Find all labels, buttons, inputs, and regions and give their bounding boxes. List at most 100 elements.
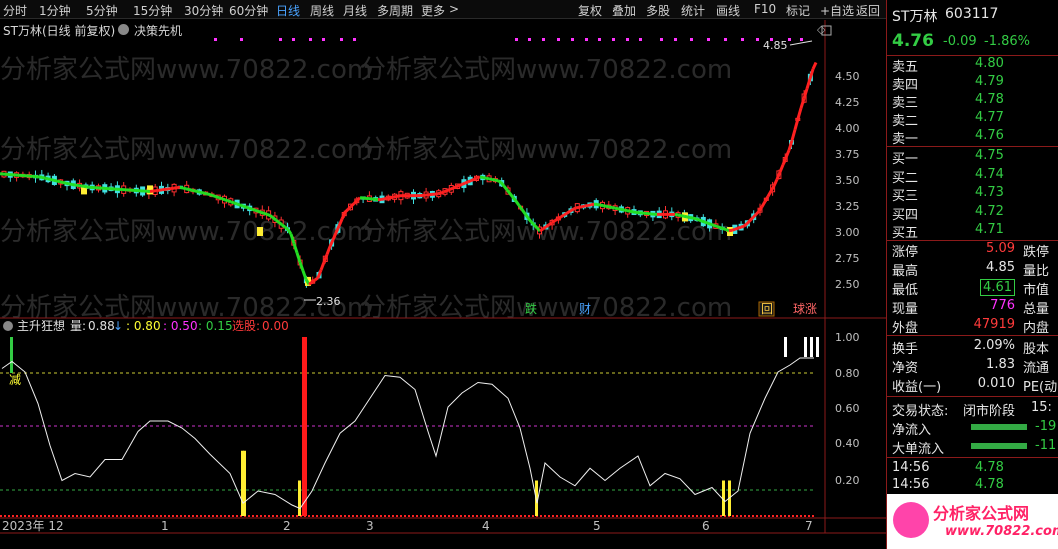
more-chevron-icon[interactable]: >	[449, 2, 459, 16]
ask-price: 4.79	[975, 74, 1004, 89]
fuquan-button[interactable]: 复权	[578, 2, 602, 19]
ask-row: 卖二 4.77	[887, 110, 1058, 129]
stat2-label: 净资	[892, 361, 919, 376]
trend-segment	[383, 196, 388, 201]
f10-button[interactable]: F10	[754, 2, 776, 16]
liang-label: 量:	[70, 319, 86, 333]
trend-segment	[617, 207, 622, 211]
trend-segment	[590, 202, 595, 207]
period-tab-15min[interactable]: 15分钟	[133, 2, 172, 19]
stat2-label: 换手	[892, 342, 919, 357]
trend-segment	[65, 181, 70, 186]
trend-segment	[605, 204, 610, 209]
period-tab-30min[interactable]: 30分钟	[184, 2, 223, 19]
x-label: 5	[593, 519, 601, 533]
trend-segment	[566, 209, 571, 215]
period-tab-60min[interactable]: 60分钟	[229, 2, 268, 19]
trend-segment	[563, 211, 568, 217]
trend-segment	[502, 185, 509, 191]
trend-segment	[686, 215, 691, 219]
ask-row: 卖一 4.76	[887, 128, 1058, 147]
tongji-button[interactable]: 统计	[681, 2, 705, 19]
diejia-button[interactable]: 叠加	[612, 2, 636, 19]
trend-segment	[206, 192, 211, 197]
trend-segment	[68, 182, 73, 186]
stat-row: 涨停 5.09 跌停	[887, 241, 1058, 260]
trend-segment	[269, 214, 274, 219]
x-label: 4	[482, 519, 490, 533]
trend-segment	[551, 219, 556, 224]
duogu-button[interactable]: 多股	[646, 2, 670, 19]
period-tab-fenshi[interactable]: 分时	[3, 2, 27, 19]
trend-segment	[611, 206, 616, 210]
period-tab-monthly[interactable]: 月线	[343, 2, 367, 19]
period-tab-multi[interactable]: 多周期	[377, 2, 413, 19]
trend-segment	[56, 179, 61, 184]
trend-segment	[796, 107, 803, 120]
stat-label: 最低	[892, 283, 919, 298]
trend-segment	[343, 208, 350, 214]
stat-value: 4.85	[986, 260, 1015, 275]
flow-label: 净流入	[892, 423, 932, 438]
signal-dot	[542, 38, 545, 41]
trend-segment	[47, 177, 52, 182]
biaoji-button[interactable]: 标记	[786, 2, 810, 19]
tick-time: 14:56	[892, 477, 930, 492]
trend-segment	[41, 175, 46, 180]
bid-label: 买五	[892, 226, 919, 241]
sub-axis: 1.00 0.80 0.60 0.40 0.20	[835, 331, 860, 487]
stock-code: 603117	[945, 6, 999, 22]
add-watchlist-button[interactable]: +自选	[820, 2, 854, 19]
trade-status: 交易状态: 闭市阶段 15:	[887, 400, 1058, 419]
trend-segment	[464, 180, 469, 185]
stat-label-2: 市值	[1023, 283, 1050, 298]
trend-segment	[623, 208, 628, 213]
trend-segment	[677, 213, 682, 218]
stat-label-2: 总量	[1023, 302, 1050, 317]
trend-segment	[458, 183, 463, 188]
trend-segment	[62, 181, 67, 185]
trend-segment	[674, 212, 679, 217]
stat2-value: 0.010	[977, 376, 1015, 391]
trend-segment	[760, 200, 767, 208]
stat2-value: 1.83	[986, 357, 1015, 372]
trend-segment	[325, 246, 332, 255]
trend-segment	[437, 191, 442, 196]
period-tab-daily[interactable]: 日线	[276, 2, 300, 19]
xuangu-value: 0.00	[262, 319, 289, 333]
chart-area[interactable]: 分析家公式网www.70822.com 分析家公式网www.70822.com …	[0, 20, 886, 549]
trend-segment	[599, 203, 604, 208]
trend-segment	[251, 207, 256, 212]
trend-segment	[284, 225, 289, 231]
trend-segment	[215, 195, 220, 200]
trend-segment	[476, 175, 481, 180]
flow-row: 大单流入 -11	[887, 438, 1058, 457]
period-tab-1min[interactable]: 1分钟	[39, 2, 71, 19]
trend-segment	[725, 228, 730, 233]
yellow-signal-bar	[243, 450, 246, 516]
stock-name: ST万林	[892, 9, 938, 25]
watermark-text-6: 分析家公式网www.70822.com	[360, 217, 732, 247]
period-tab-more[interactable]: 更多	[421, 2, 445, 19]
back-button[interactable]: 返回	[856, 2, 880, 19]
signal-candle	[257, 227, 263, 236]
trend-segment	[221, 197, 226, 202]
trend-segment	[704, 220, 709, 225]
huaxian-button[interactable]: 画线	[716, 2, 740, 19]
trend-segment	[446, 188, 451, 193]
trend-segment	[233, 201, 238, 206]
trend-segment	[698, 218, 703, 223]
trend-segment	[542, 225, 547, 231]
price-tick: 2.50	[835, 278, 860, 291]
trend-segment	[224, 198, 229, 203]
signal-dot	[800, 38, 803, 41]
period-tab-5min[interactable]: 5分钟	[86, 2, 118, 19]
trend-segment	[581, 204, 586, 209]
trend-segment	[254, 208, 259, 213]
red-signal-bar	[302, 337, 307, 516]
jian-label: 减	[9, 373, 21, 387]
trend-segment	[188, 188, 193, 192]
period-tab-weekly[interactable]: 周线	[310, 2, 334, 19]
liang-value: 0.88	[88, 319, 115, 333]
signal-dot	[626, 38, 629, 41]
